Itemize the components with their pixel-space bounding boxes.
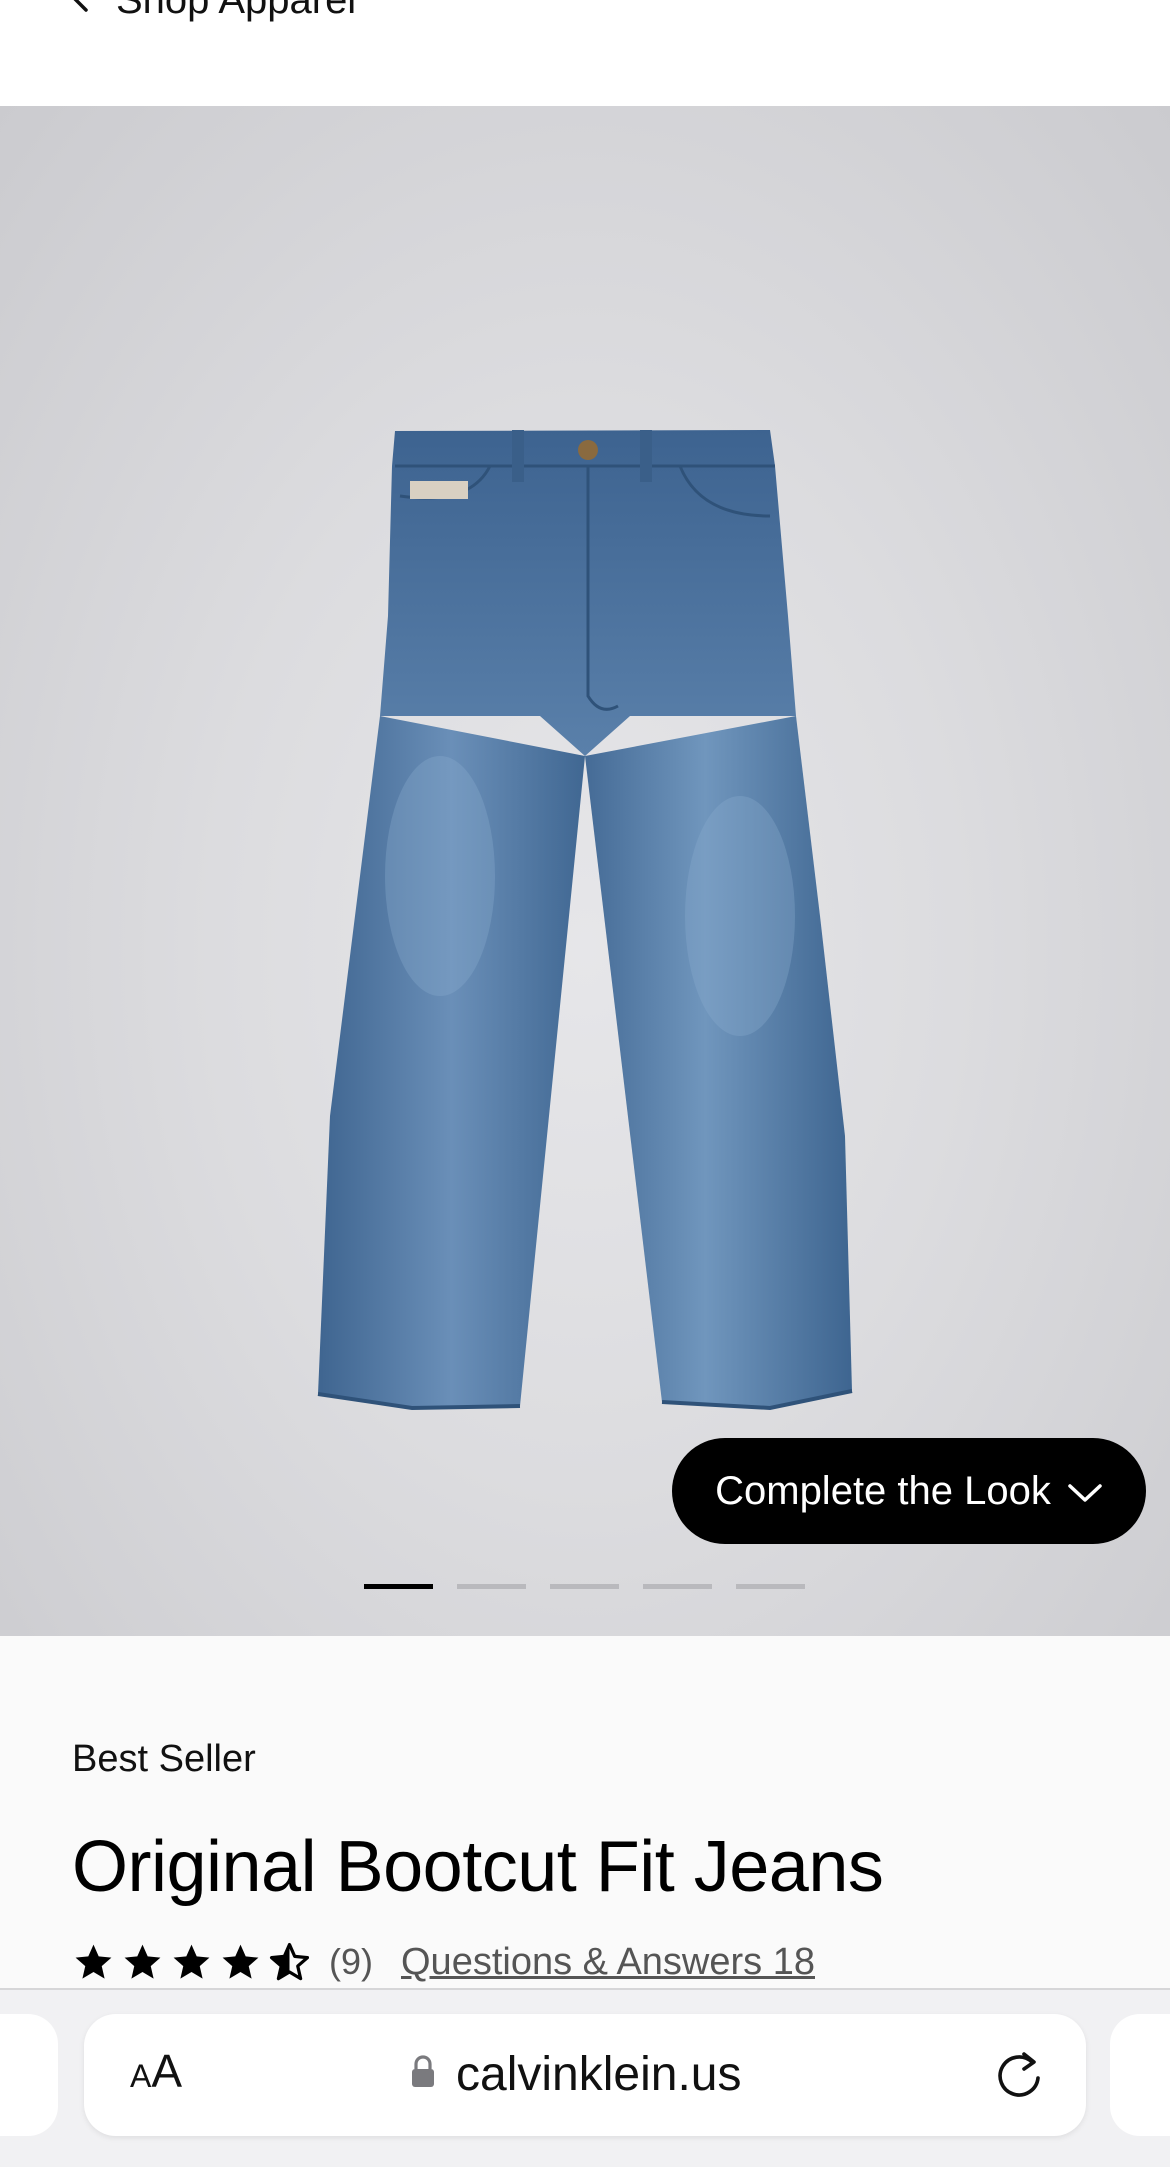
product-title: Original Bootcut Fit Jeans [72,1827,884,1907]
review-count[interactable]: (9) [329,1941,373,1983]
gallery-dot-1[interactable] [364,1584,433,1589]
chevron-down-icon [1067,1469,1103,1514]
gallery-pagination [364,1584,805,1589]
product-page: Shop Apparel [0,0,1170,2167]
rating-row: (9) Questions & Answers 18 [72,1936,815,1988]
best-seller-badge: Best Seller [72,1738,256,1780]
back-link[interactable]: Shop Apparel [66,0,356,22]
previous-tab-preview[interactable] [0,2014,58,2136]
next-tab-preview[interactable] [1110,2014,1170,2136]
questions-answers-link[interactable]: Questions & Answers 18 [401,1941,815,1984]
product-image-gallery[interactable]: Complete the Look [0,106,1170,1636]
star-icon [222,1944,259,1979]
star-icon [75,1944,112,1979]
url-text: calvinklein.us [456,2047,742,2101]
reload-icon[interactable] [992,2048,1046,2102]
browser-toolbar: A A calvinklein.us [0,1988,1170,2167]
chevron-left-icon [66,0,94,23]
gallery-dot-2[interactable] [457,1584,526,1589]
product-info: Best Seller Original Bootcut Fit Jeans (… [0,1636,1170,1988]
gallery-dot-5[interactable] [736,1584,805,1589]
address-bar[interactable]: A A calvinklein.us [84,2014,1086,2136]
star-icon [173,1944,210,1979]
text-size-large-label: A [151,2045,183,2097]
complete-the-look-button[interactable]: Complete the Look [672,1438,1146,1544]
top-nav: Shop Apparel [0,0,1170,106]
complete-the-look-label: Complete the Look [715,1468,1051,1513]
text-size-small-label: A [130,2058,152,2094]
back-link-label: Shop Apparel [116,0,356,23]
text-size-button[interactable]: A A [130,2044,182,2104]
star-icon [124,1944,161,1979]
gallery-dot-3[interactable] [550,1584,619,1589]
half-star-icon [269,1942,310,1980]
url-field[interactable]: calvinklein.us [410,2044,741,2104]
star-rating[interactable] [72,1941,311,1984]
product-image[interactable] [300,316,870,1546]
lock-icon [410,2054,436,2094]
gallery-dot-4[interactable] [643,1584,712,1589]
